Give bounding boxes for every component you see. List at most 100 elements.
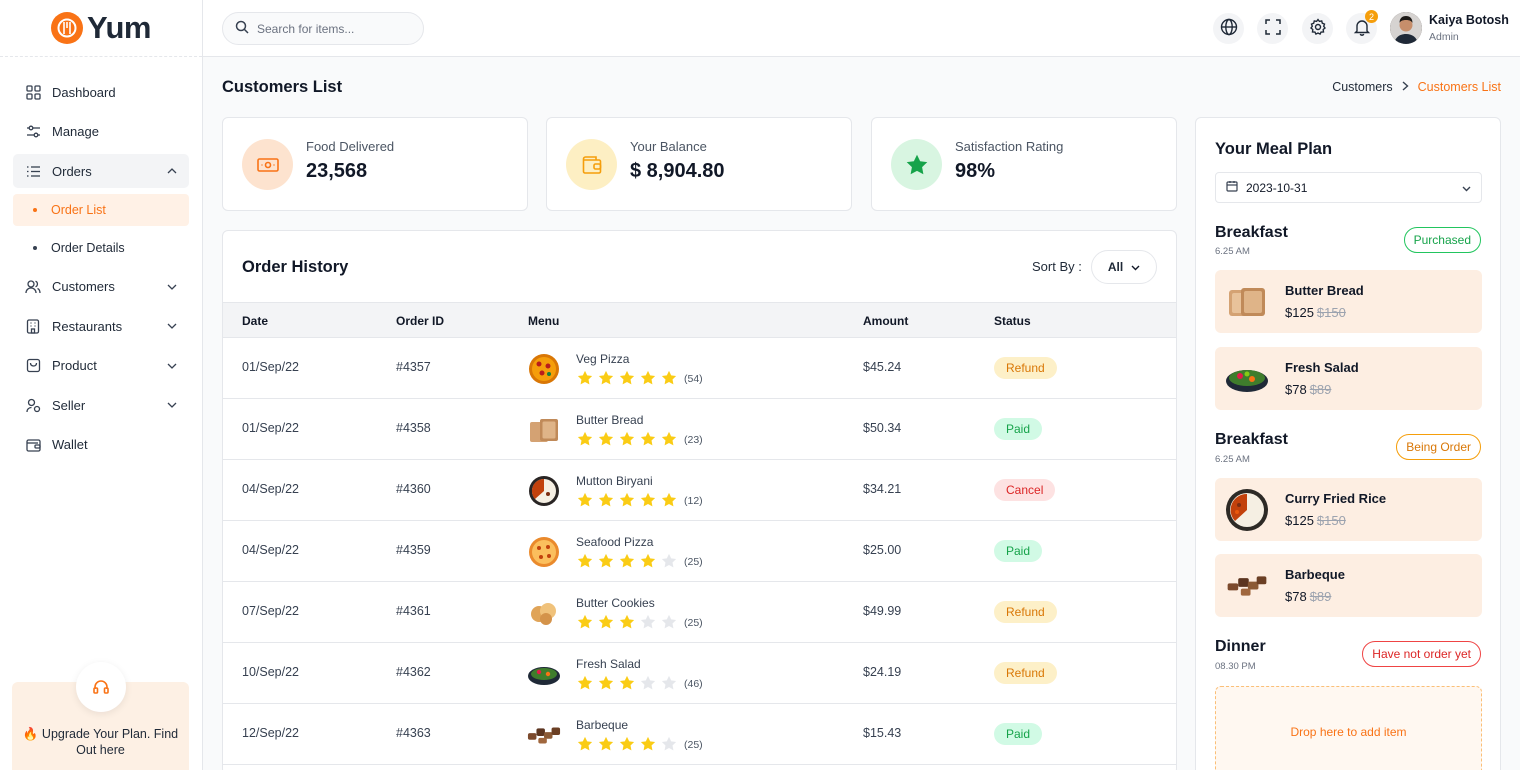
price-original: $89 <box>1309 589 1332 604</box>
rating-stars: (25) <box>576 552 703 570</box>
table-row[interactable]: 01/Sep/22 #4358 Butter Bread (23) $50.34 Paid <box>223 399 1176 460</box>
chevron-down-icon <box>167 321 177 331</box>
stat-card-satisfaction: Satisfaction Rating 98% <box>871 117 1177 211</box>
menu-name: Barbeque <box>576 718 629 732</box>
order-id[interactable]: #4362 <box>396 665 431 679</box>
star-empty-icon <box>660 552 678 570</box>
order-amount: $50.34 <box>863 421 902 435</box>
order-amount: $45.24 <box>863 360 902 374</box>
meal-item-card[interactable]: Butter Bread $125 $150 <box>1215 270 1482 333</box>
search-icon <box>235 20 249 37</box>
sidebar-item-label: Product <box>52 358 97 373</box>
dropzone[interactable]: Drop here to add item <box>1215 686 1482 770</box>
review-count: (25) <box>684 617 703 629</box>
stat-card-food-delivered: Food Delivered 23,568 <box>222 117 528 211</box>
sidebar-item-wallet[interactable]: Wallet <box>13 428 189 462</box>
chevron-down-icon <box>167 361 177 371</box>
meal-section-title: Breakfast <box>1215 224 1288 241</box>
order-id[interactable]: #4361 <box>396 604 431 618</box>
order-id[interactable]: #4363 <box>396 726 431 740</box>
avatar[interactable] <box>1390 12 1422 44</box>
sidebar-item-customers[interactable]: Customers <box>13 270 189 304</box>
meal-item-name: Fresh Salad <box>1285 360 1359 375</box>
star-filled-icon <box>618 552 636 570</box>
column-header-menu[interactable]: Menu <box>528 314 559 328</box>
food-thumbnail-icon <box>527 718 561 752</box>
meal-item-name: Curry Fried Rice <box>1285 491 1387 506</box>
fullscreen-button[interactable] <box>1257 13 1288 44</box>
column-header-status[interactable]: Status <box>994 314 1031 328</box>
rating-stars: (25) <box>576 613 703 631</box>
food-thumbnail-icon <box>527 535 561 569</box>
price-original: $89 <box>1309 382 1332 397</box>
table-row[interactable]: 07/Sep/22 #4361 Butter Cookies (25) $49.99 Re… <box>223 582 1176 643</box>
table-row[interactable]: 10/Sep/22 #4362 Fresh Salad (46) $24.19 Refun… <box>223 643 1176 704</box>
sort-select[interactable]: All <box>1091 250 1157 284</box>
sidebar-item-manage[interactable]: Manage <box>13 115 189 149</box>
table-row[interactable]: 04/Sep/22 #4359 Seafood Pizza (25) $25.00 Pai… <box>223 521 1176 582</box>
order-id[interactable]: #4360 <box>396 482 431 496</box>
table-row[interactable]: 12/Sep/22 #4363 Barbeque (25) $15.43 Paid <box>223 704 1176 765</box>
order-date: 01/Sep/22 <box>242 360 299 374</box>
sidebar-item-dashboard[interactable]: Dashboard <box>13 75 189 109</box>
list-icon <box>25 163 41 179</box>
table-row[interactable]: 01/Sep/22 #4357 Veg Pizza (54) $45.24 Refund <box>223 338 1176 399</box>
star-filled-icon <box>639 552 657 570</box>
settings-button[interactable] <box>1302 13 1333 44</box>
food-thumbnail-icon <box>527 413 561 447</box>
order-id[interactable]: #4357 <box>396 360 431 374</box>
headset-icon[interactable] <box>76 662 126 712</box>
star-icon <box>891 139 942 190</box>
menu-name: Mutton Biryani <box>576 474 653 488</box>
star-filled-icon <box>618 735 636 753</box>
meal-item-card[interactable]: Fresh Salad $78 $89 <box>1215 347 1482 410</box>
status-badge-purchased: Purchased <box>1403 227 1481 253</box>
order-id[interactable]: #4359 <box>396 543 431 557</box>
search-box[interactable] <box>222 12 424 45</box>
meal-section-title: Breakfast <box>1215 431 1288 448</box>
review-count: (54) <box>684 373 703 385</box>
sidebar-subitem-order-list[interactable]: Order List <box>13 193 189 226</box>
language-button[interactable] <box>1213 13 1244 44</box>
sidebar-item-label: Manage <box>52 124 99 139</box>
column-header-date[interactable]: Date <box>242 314 268 328</box>
review-count: (25) <box>684 739 703 751</box>
star-filled-icon <box>618 430 636 448</box>
breadcrumb-link-customers[interactable]: Customers <box>1332 80 1392 94</box>
star-filled-icon <box>576 674 594 692</box>
upgrade-card[interactable]: 🔥 Upgrade Your Plan. Find Out here <box>12 662 189 770</box>
upgrade-text: 🔥 Upgrade Your Plan. Find Out here <box>22 727 179 757</box>
status-badge: Refund <box>994 662 1057 684</box>
meal-item-card[interactable]: Curry Fried Rice $125 $150 <box>1215 478 1482 541</box>
star-filled-icon <box>597 613 615 631</box>
rating-stars: (54) <box>576 369 703 387</box>
column-header-order-id[interactable]: Order ID <box>396 314 444 328</box>
notifications-button[interactable]: 2 <box>1346 10 1378 44</box>
order-id[interactable]: #4358 <box>396 421 431 435</box>
sidebar-item-orders[interactable]: Orders <box>13 154 189 188</box>
sidebar-item-product[interactable]: Product <box>13 349 189 383</box>
date-picker[interactable]: 2023-10-31 <box>1215 172 1482 203</box>
subitem-label: Order List <box>51 202 106 217</box>
status-badge: Refund <box>994 601 1057 623</box>
star-filled-icon <box>660 491 678 509</box>
search-input[interactable] <box>257 21 407 36</box>
status-badge: Paid <box>994 540 1043 562</box>
sidebar-subitem-order-details[interactable]: Order Details <box>13 232 189 264</box>
sidebar-item-restaurants[interactable]: Restaurants <box>13 309 189 343</box>
meal-section-title: Dinner <box>1215 638 1266 655</box>
star-filled-icon <box>660 369 678 387</box>
brand-logo[interactable]: Yum <box>0 0 202 57</box>
sidebar-item-label: Dashboard <box>52 84 116 100</box>
sidebar-item-seller[interactable]: Seller <box>13 388 189 422</box>
table-row[interactable]: 04/Sep/22 #4360 Mutton Biryani (12) $34.21 Ca… <box>223 460 1176 521</box>
review-count: (46) <box>684 678 703 690</box>
rating-stars: (23) <box>576 430 703 448</box>
price-current: $125 <box>1285 305 1314 320</box>
stat-label: Satisfaction Rating <box>955 139 1064 154</box>
calendar-icon <box>1226 180 1238 195</box>
column-header-amount[interactable]: Amount <box>863 314 908 328</box>
meal-item-card[interactable]: Barbeque $78 $89 <box>1215 554 1482 617</box>
user-name[interactable]: Kaiya Botosh <box>1429 13 1509 27</box>
order-history-title: Order History <box>242 258 349 276</box>
